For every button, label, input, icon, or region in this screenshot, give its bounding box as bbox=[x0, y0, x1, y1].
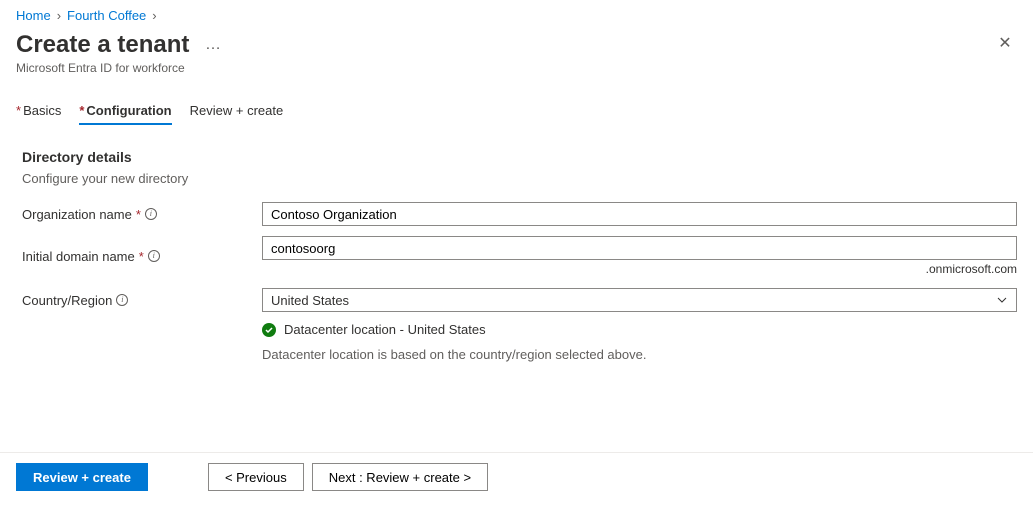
tab-label: Configuration bbox=[86, 103, 171, 118]
info-icon[interactable]: i bbox=[148, 250, 160, 262]
section-title: Directory details bbox=[22, 149, 1017, 165]
country-region-select[interactable]: United States bbox=[262, 288, 1017, 312]
section-description: Configure your new directory bbox=[22, 171, 1017, 186]
page-title: Create a tenant bbox=[16, 31, 189, 59]
required-indicator: * bbox=[79, 103, 84, 118]
required-indicator: * bbox=[16, 103, 21, 118]
datacenter-location-text: Datacenter location - United States bbox=[284, 322, 486, 337]
domain-name-label: Initial domain name * i bbox=[22, 249, 262, 264]
datacenter-location: Datacenter location - United States bbox=[262, 322, 1017, 337]
breadcrumb-current[interactable]: Fourth Coffee bbox=[67, 8, 146, 23]
footer-bar: Review + create < Previous Next : Review… bbox=[0, 452, 1033, 501]
country-region-label: Country/Region i bbox=[22, 293, 262, 308]
more-actions-button[interactable]: … bbox=[205, 36, 222, 54]
required-indicator: * bbox=[136, 207, 141, 222]
datacenter-note: Datacenter location is based on the coun… bbox=[262, 347, 1017, 362]
required-indicator: * bbox=[139, 249, 144, 264]
domain-name-input[interactable] bbox=[262, 236, 1017, 260]
label-text: Organization name bbox=[22, 207, 132, 222]
note-text: Datacenter location is based on the coun… bbox=[262, 347, 646, 362]
org-name-label: Organization name * i bbox=[22, 207, 262, 222]
tab-basics[interactable]: *Basics bbox=[16, 103, 61, 125]
tab-configuration[interactable]: *Configuration bbox=[79, 103, 171, 125]
chevron-right-icon: › bbox=[152, 8, 156, 23]
tab-label: Basics bbox=[23, 103, 61, 118]
next-button[interactable]: Next : Review + create > bbox=[312, 463, 488, 491]
org-name-input[interactable] bbox=[262, 202, 1017, 226]
review-create-button[interactable]: Review + create bbox=[16, 463, 148, 491]
breadcrumb: Home › Fourth Coffee › bbox=[16, 8, 1017, 23]
label-text: Country/Region bbox=[22, 293, 112, 308]
domain-suffix: .onmicrosoft.com bbox=[262, 262, 1017, 276]
select-value: United States bbox=[271, 293, 349, 308]
close-icon: ✕ bbox=[998, 33, 1011, 53]
page-subtitle: Microsoft Entra ID for workforce bbox=[16, 61, 222, 75]
label-text: Initial domain name bbox=[22, 249, 135, 264]
info-icon[interactable]: i bbox=[145, 208, 157, 220]
tabs: *Basics *Configuration Review + create bbox=[16, 103, 1017, 125]
tab-review[interactable]: Review + create bbox=[190, 103, 284, 125]
chevron-down-icon bbox=[996, 294, 1008, 306]
close-button[interactable]: ✕ bbox=[993, 31, 1017, 55]
chevron-right-icon: › bbox=[57, 8, 61, 23]
info-icon[interactable]: i bbox=[116, 294, 128, 306]
checkmark-icon bbox=[262, 323, 276, 337]
previous-button[interactable]: < Previous bbox=[208, 463, 304, 491]
tab-label: Review + create bbox=[190, 103, 284, 118]
breadcrumb-home[interactable]: Home bbox=[16, 8, 51, 23]
